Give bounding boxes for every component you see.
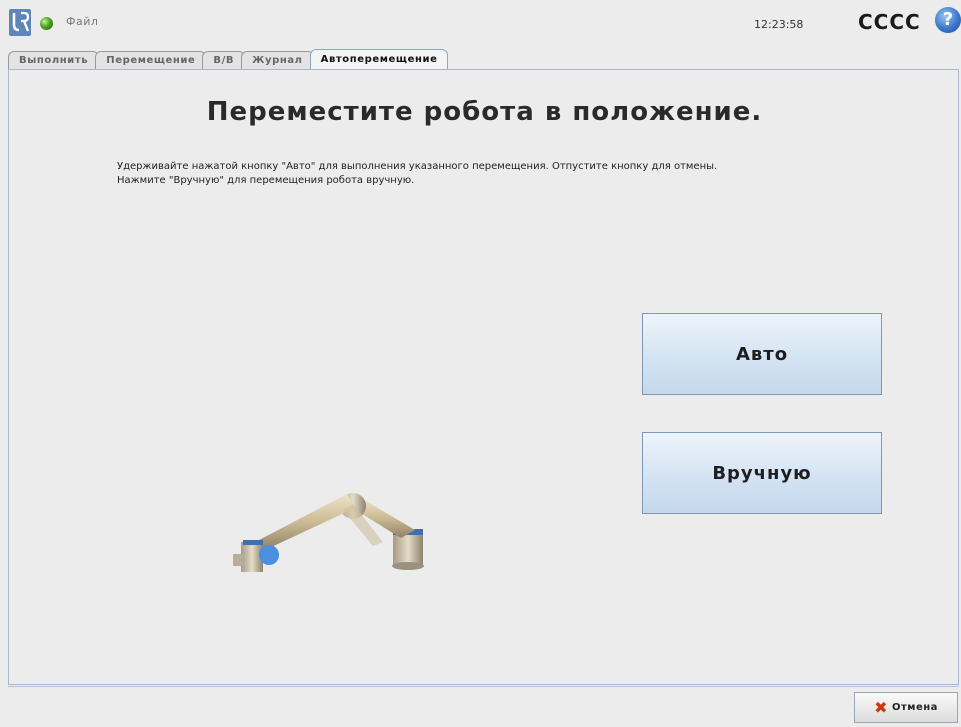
footer-divider: [8, 686, 959, 687]
cancel-x-icon: ✖: [874, 697, 888, 717]
help-icon[interactable]: ?: [935, 7, 961, 33]
manual-button[interactable]: Вручную: [642, 432, 882, 514]
ur-logo-icon: [9, 9, 31, 36]
tab-bar: Выполнить Перемещение В/В Журнал Автопер…: [8, 49, 449, 69]
instructions: Удерживайте нажатой кнопку "Авто" для вы…: [117, 160, 717, 188]
instruction-line-1: Удерживайте нажатой кнопку "Авто" для вы…: [117, 161, 718, 172]
robot-arm-image: [233, 493, 424, 572]
clock: 12:23:58: [754, 18, 804, 31]
top-bar: Файл 12:23:58 CCCC ?: [0, 0, 961, 46]
page-title: Переместите робота в положение.: [206, 97, 763, 127]
tab-io[interactable]: В/В: [202, 51, 246, 69]
instruction-line-2: Нажмите "Вручную" для перемещения робота…: [117, 175, 415, 186]
tab-log[interactable]: Журнал: [241, 51, 314, 69]
cancel-button[interactable]: ✖ Отмена: [854, 692, 958, 723]
cancel-label: Отмена: [891, 702, 938, 713]
tab-move[interactable]: Перемещение: [95, 51, 207, 69]
auto-button[interactable]: Авто: [642, 313, 882, 395]
automove-panel: Переместите робота в положение. Удержива…: [8, 69, 959, 685]
tab-run[interactable]: Выполнить: [8, 51, 100, 69]
robot-name: CCCC: [858, 10, 921, 34]
file-menu[interactable]: Файл: [66, 15, 98, 28]
tab-automove[interactable]: Автоперемещение: [309, 49, 449, 69]
status-dot-icon: [40, 17, 53, 30]
